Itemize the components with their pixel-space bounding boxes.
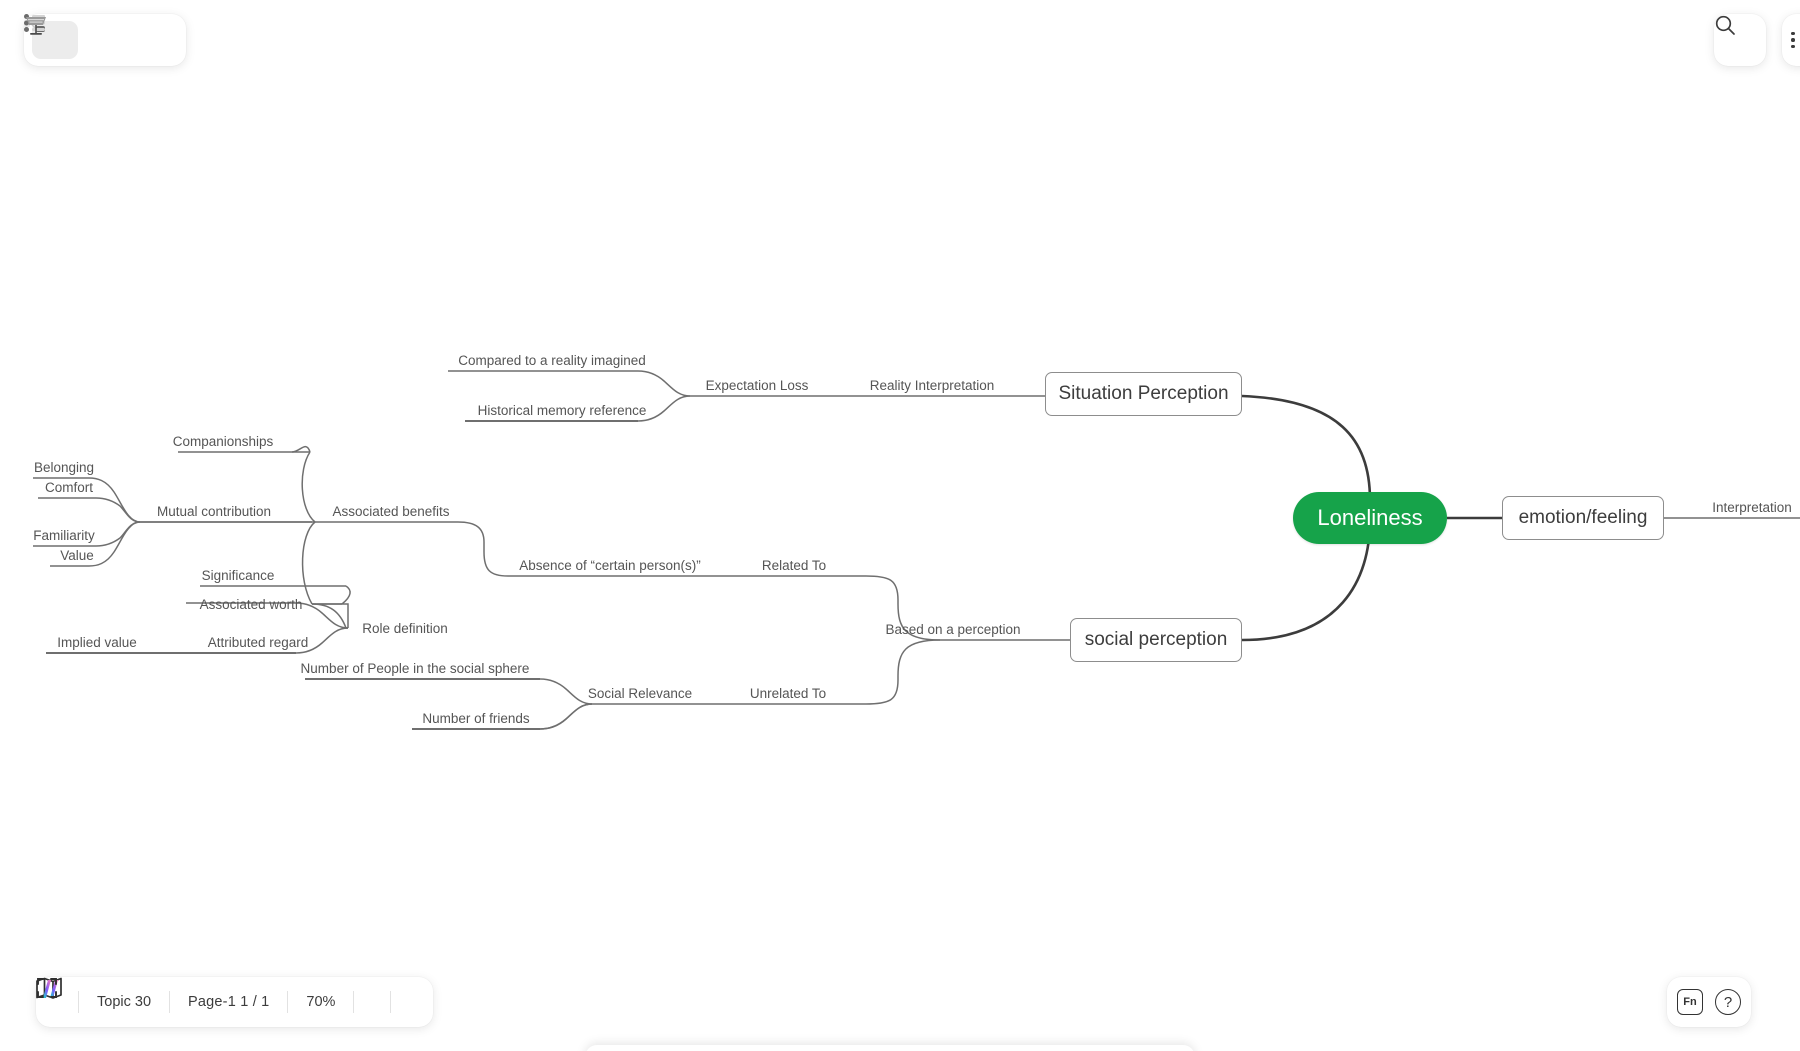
root-node-label: Loneliness — [1317, 505, 1423, 530]
help-toolbar: Fn ? — [1667, 977, 1751, 1027]
view-switcher-toolbar — [24, 14, 186, 66]
node-social-perception-label: social perception — [1084, 629, 1228, 650]
label-reality-interpretation[interactable]: Reality Interpretation — [870, 378, 995, 396]
label-based-on-perception[interactable]: Based on a perception — [885, 622, 1020, 640]
label-familiarity[interactable]: Familiarity — [33, 528, 95, 546]
view-button-presentation[interactable] — [26, 17, 178, 59]
label-associated-benefits[interactable]: Associated benefits — [332, 504, 449, 522]
label-associated-worth[interactable]: Associated worth — [200, 597, 303, 615]
topic-count[interactable]: Topic 30 — [79, 977, 169, 1027]
label-value[interactable]: Value — [60, 548, 94, 566]
label-companionships[interactable]: Companionships — [173, 434, 274, 452]
mindmap-application: Loneliness Situation Perception emotion/… — [0, 0, 1800, 1051]
label-number-of-people[interactable]: Number of People in the social sphere — [301, 661, 530, 679]
zoom-level[interactable]: 70% — [288, 977, 353, 1027]
shortcuts-button[interactable]: Fn — [1677, 989, 1703, 1015]
label-compared-to-reality[interactable]: Compared to a reality imagined — [458, 353, 646, 371]
label-absence-of-person[interactable]: Absence of “certain person(s)” — [519, 558, 701, 576]
label-attributed-regard[interactable]: Attributed regard — [208, 635, 309, 653]
label-interpretation[interactable]: Interpretation — [1712, 500, 1792, 518]
presentation-icon — [26, 17, 46, 35]
node-situation-perception[interactable]: Situation Perception — [1045, 372, 1242, 416]
node-emotion-feeling-label: emotion/feeling — [1518, 507, 1648, 528]
label-social-relevance[interactable]: Social Relevance — [588, 686, 692, 704]
help-button[interactable]: ? — [1715, 989, 1741, 1015]
fullscreen-button[interactable] — [37, 977, 427, 1027]
status-bar: Topic 30 Page-1 1 / 1 70% — [36, 977, 434, 1027]
view-button-outline[interactable] — [24, 14, 128, 59]
label-role-definition[interactable]: Role definition — [362, 621, 448, 639]
mindmap-canvas[interactable]: Loneliness Situation Perception emotion/… — [0, 0, 1800, 1051]
label-implied-value[interactable]: Implied value — [57, 635, 137, 653]
label-mutual-contribution[interactable]: Mutual contribution — [157, 504, 271, 522]
root-node-loneliness[interactable]: Loneliness — [1293, 492, 1447, 544]
node-situation-perception-label: Situation Perception — [1058, 383, 1229, 404]
more-options-button[interactable] — [1782, 14, 1800, 66]
label-belonging[interactable]: Belonging — [34, 460, 94, 478]
page-indicator[interactable]: Page-1 1 / 1 — [170, 977, 287, 1027]
label-related-to[interactable]: Related To — [762, 558, 826, 576]
ai-assistant-button[interactable] — [43, 977, 390, 1027]
bottom-sheet-edge[interactable] — [585, 1045, 1195, 1051]
label-comfort[interactable]: Comfort — [45, 480, 93, 498]
more-vertical-icon — [1791, 31, 1795, 49]
label-significance[interactable]: Significance — [202, 568, 275, 586]
search-button[interactable] — [1714, 14, 1766, 66]
label-historical-memory[interactable]: Historical memory reference — [478, 403, 647, 421]
label-expectation-loss[interactable]: Expectation Loss — [706, 378, 809, 396]
fullscreen-icon — [37, 978, 57, 998]
search-icon — [1715, 15, 1735, 35]
label-number-of-friends[interactable]: Number of friends — [422, 711, 529, 729]
node-social-perception[interactable]: social perception — [1070, 618, 1242, 662]
node-emotion-feeling[interactable]: emotion/feeling — [1502, 496, 1664, 540]
label-unrelated-to[interactable]: Unrelated To — [750, 686, 826, 704]
